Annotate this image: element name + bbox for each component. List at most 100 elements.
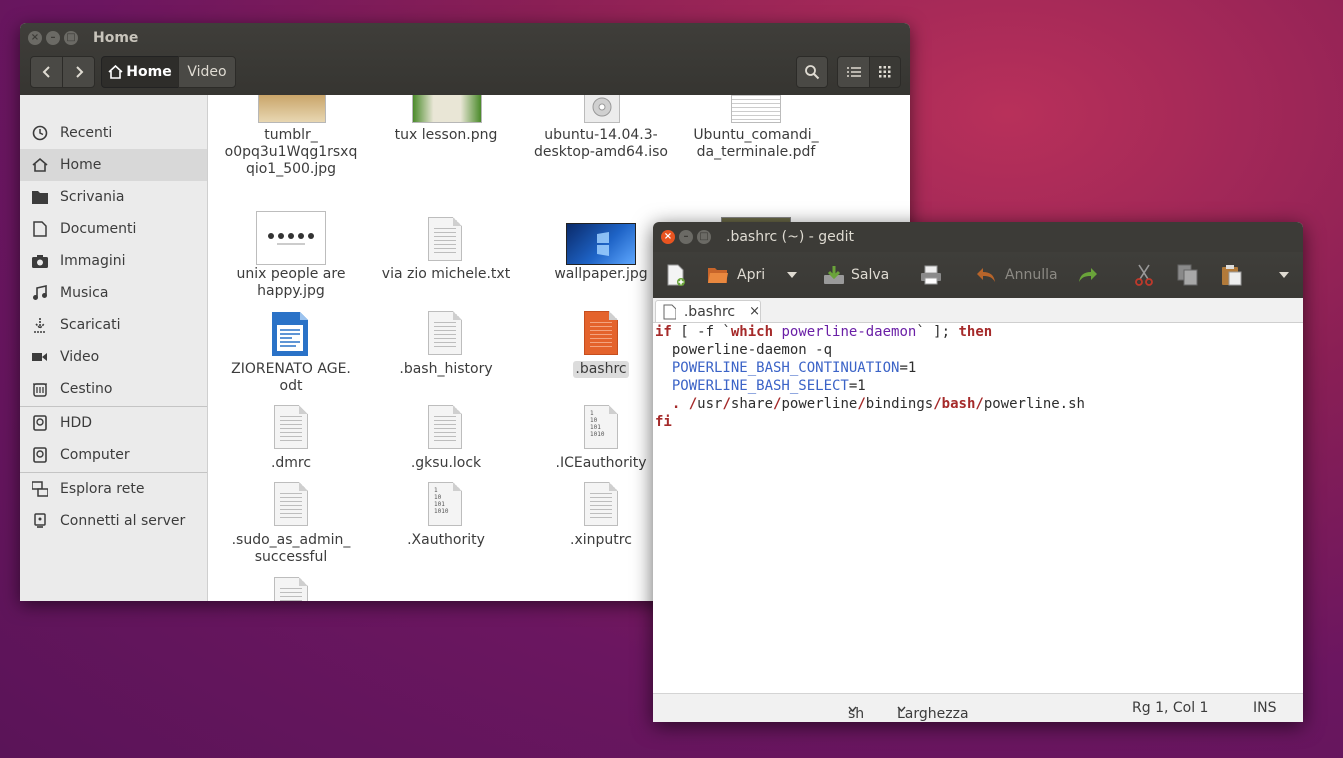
- chevron-down-icon: [787, 272, 797, 278]
- file-item[interactable]: .xinputrc: [531, 532, 671, 549]
- menu-dropdown[interactable]: [1279, 260, 1289, 290]
- file-item[interactable]: ubuntu-14.04.3- desktop-amd64.iso: [531, 127, 671, 161]
- text-file-icon[interactable]: [428, 311, 462, 355]
- text-file-icon[interactable]: [274, 577, 308, 601]
- file-item[interactable]: unix people are happy.jpg: [221, 266, 361, 300]
- file-item-selected[interactable]: .bashrc: [531, 361, 671, 378]
- sidebar-item-home[interactable]: Home: [20, 149, 207, 181]
- file-item[interactable]: via zio michele.txt: [376, 266, 516, 283]
- text-file-icon[interactable]: [274, 482, 308, 526]
- close-icon[interactable]: ×: [28, 31, 42, 45]
- file-item[interactable]: .bash_history: [376, 361, 516, 378]
- file-item[interactable]: wallpaper.jpg: [531, 266, 671, 283]
- open-recent-dropdown[interactable]: [787, 260, 797, 290]
- list-view-button[interactable]: [837, 56, 870, 88]
- sidebar-item-documenti[interactable]: Documenti: [20, 213, 207, 245]
- grid-icon: [879, 66, 891, 78]
- network-icon: [32, 481, 48, 497]
- open-button[interactable]: Apri: [707, 260, 765, 290]
- sidebar-item-label: Scrivania: [60, 189, 125, 205]
- video-icon: [32, 349, 48, 365]
- sidebar-item-label: Home: [60, 157, 102, 173]
- clock-icon: [32, 125, 48, 141]
- sidebar-item-esplora-rete[interactable]: Esplora rete: [20, 473, 207, 505]
- text-file-icon[interactable]: [428, 217, 462, 261]
- close-icon[interactable]: ×: [661, 230, 675, 244]
- file-item[interactable]: Ubuntu_comandi_ da_terminale.pdf: [686, 127, 826, 161]
- sidebar-item-label: Recenti: [60, 125, 113, 141]
- pdf-thumbnail[interactable]: [731, 95, 781, 123]
- text-editor[interactable]: if [ -f `which powerline-daemon` ]; then…: [653, 323, 1303, 694]
- tab-width-selector[interactable]: Larghezza tabulazione: 8: [897, 700, 969, 722]
- window-title: .bashrc (~) - gedit: [726, 229, 855, 245]
- new-button[interactable]: [665, 260, 687, 290]
- folder-open-icon: [707, 264, 729, 286]
- binary-file-icon[interactable]: 1 10 101 1010: [584, 405, 618, 449]
- language-selector[interactable]: sh: [848, 700, 864, 722]
- back-button[interactable]: [30, 56, 63, 88]
- tab-bashrc[interactable]: .bashrc ×: [655, 300, 761, 322]
- text-file-icon[interactable]: [274, 405, 308, 449]
- drive-icon: [32, 447, 48, 463]
- image-thumbnail[interactable]: [566, 223, 636, 265]
- text-file-icon[interactable]: [584, 482, 618, 526]
- sidebar-item-hdd[interactable]: HDD: [20, 407, 207, 439]
- forward-button[interactable]: [62, 56, 95, 88]
- file-item[interactable]: .ICEauthority: [531, 455, 671, 472]
- search-icon: [805, 65, 820, 80]
- odt-file-icon[interactable]: [270, 311, 310, 357]
- search-button[interactable]: [796, 56, 828, 88]
- binary-file-icon[interactable]: 1 10 101 1010: [428, 482, 462, 526]
- document-icon: [32, 221, 48, 237]
- sidebar-item-immagini[interactable]: Immagini: [20, 245, 207, 277]
- image-thumbnail[interactable]: [412, 95, 482, 123]
- trash-icon: [32, 381, 48, 397]
- script-file-icon[interactable]: [584, 311, 618, 355]
- sidebar-item-computer[interactable]: Computer: [20, 439, 207, 471]
- file-item[interactable]: .gksu.lock: [376, 455, 516, 472]
- sidebar-item-connetti-server[interactable]: Connetti al server: [20, 505, 207, 537]
- tab-close-icon[interactable]: ×: [749, 304, 760, 319]
- sidebar-item-recenti[interactable]: Recenti: [20, 117, 207, 149]
- camera-icon: [32, 253, 48, 269]
- disc-image-icon[interactable]: [584, 95, 620, 123]
- maximize-icon[interactable]: □: [64, 31, 78, 45]
- paste-button[interactable]: [1221, 260, 1243, 290]
- image-thumbnail[interactable]: [258, 95, 326, 123]
- maximize-icon[interactable]: □: [697, 230, 711, 244]
- cut-button[interactable]: [1133, 260, 1155, 290]
- sidebar-item-cestino[interactable]: Cestino: [20, 373, 207, 405]
- sidebar-item-label: HDD: [60, 415, 93, 431]
- file-item[interactable]: tumblr_ o0pq3u1Wqg1rsxq qio1_500.jpg: [221, 127, 361, 178]
- code-line: if [ -f `which powerline-daemon` ]; then: [655, 324, 993, 340]
- breadcrumb-home[interactable]: Home: [101, 56, 179, 88]
- chevron-down-icon: [1279, 272, 1289, 278]
- text-file-icon[interactable]: [428, 405, 462, 449]
- grid-view-button[interactable]: [869, 56, 901, 88]
- image-thumbnail[interactable]: [256, 211, 326, 265]
- file-item[interactable]: .sudo_as_admin_ successful: [221, 532, 361, 566]
- cursor-position: Rg 1, Col 1: [1132, 700, 1209, 716]
- copy-button[interactable]: [1177, 260, 1199, 290]
- file-item[interactable]: ZIORENATO AGE. odt: [221, 361, 361, 395]
- file-item[interactable]: tux lesson.png: [376, 127, 516, 144]
- breadcrumb-video[interactable]: Video: [178, 56, 236, 88]
- undo-button[interactable]: Annulla: [975, 260, 1058, 290]
- save-button[interactable]: Salva: [823, 260, 889, 290]
- tab-bar: .bashrc ×: [653, 298, 1303, 323]
- sidebar-item-musica[interactable]: Musica: [20, 277, 207, 309]
- redo-button[interactable]: [1077, 260, 1099, 290]
- home-icon: [32, 157, 48, 173]
- sidebar-item-scaricati[interactable]: Scaricati: [20, 309, 207, 341]
- printer-icon: [920, 264, 942, 286]
- print-button[interactable]: [920, 260, 942, 290]
- file-item[interactable]: .Xauthority: [376, 532, 516, 549]
- sidebar-item-label: Documenti: [60, 221, 137, 237]
- file-item[interactable]: .dmrc: [221, 455, 361, 472]
- sidebar-item-scrivania[interactable]: Scrivania: [20, 181, 207, 213]
- new-document-icon: [665, 264, 687, 286]
- minimize-icon[interactable]: –: [46, 31, 60, 45]
- download-icon: [32, 317, 48, 333]
- sidebar-item-video[interactable]: Video: [20, 341, 207, 373]
- minimize-icon[interactable]: –: [679, 230, 693, 244]
